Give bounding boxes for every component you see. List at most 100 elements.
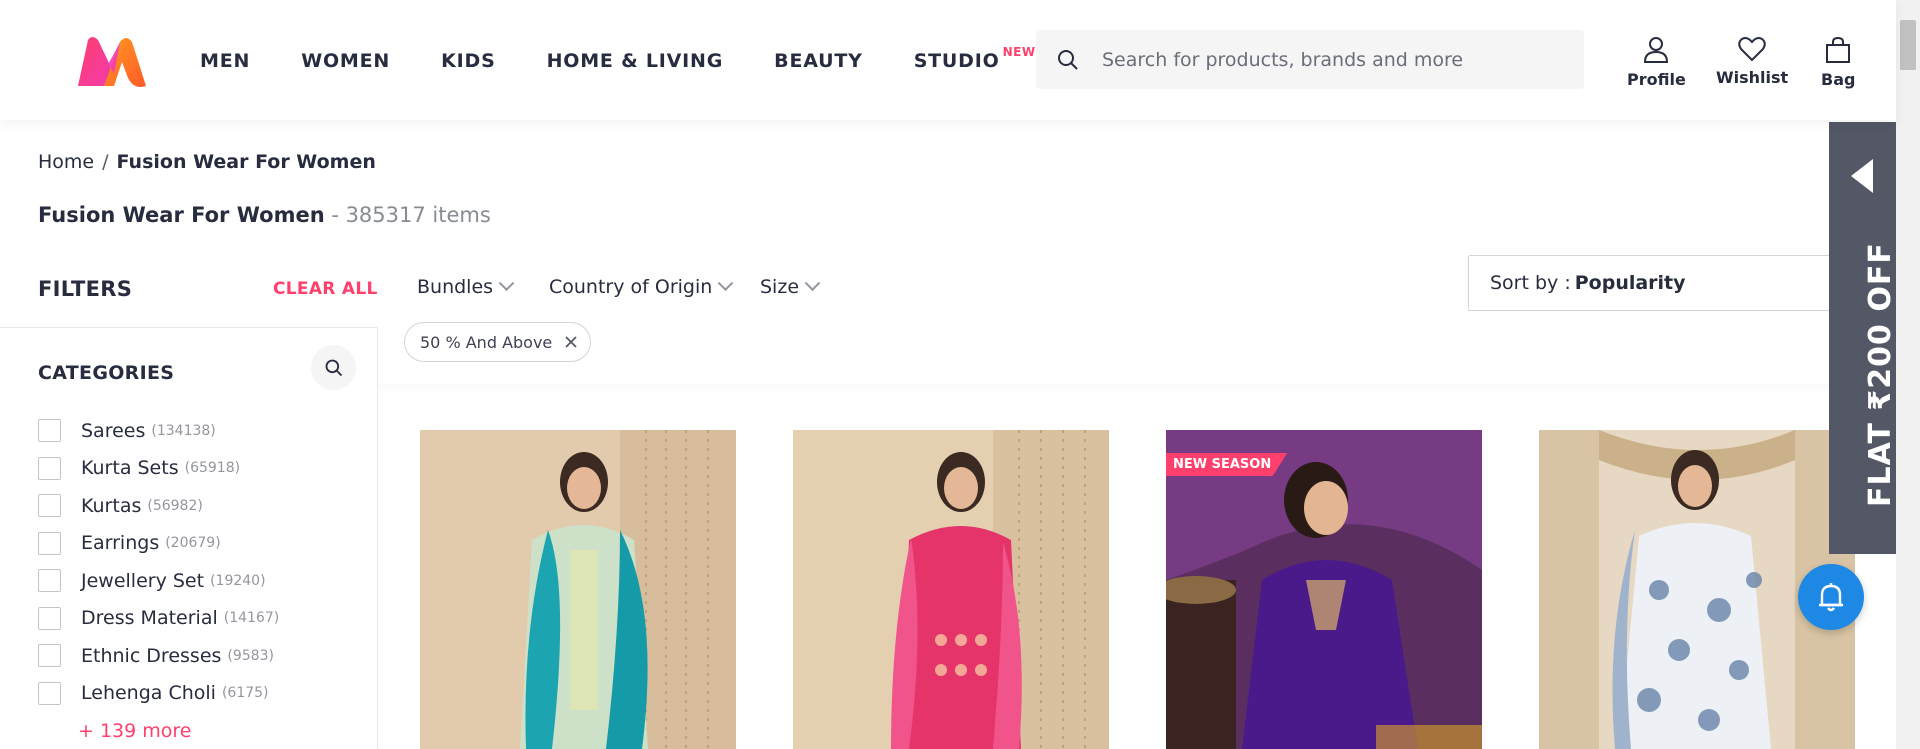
category-label: Earrings bbox=[81, 532, 160, 555]
promo-text: FLAT ₹200 OFF bbox=[1863, 242, 1898, 507]
checkbox[interactable] bbox=[38, 606, 61, 630]
nav-men[interactable]: MEN bbox=[200, 50, 250, 72]
checkbox[interactable] bbox=[38, 531, 61, 555]
category-list: Sarees (134138) Kurta Sets (65918) Kurtas (… bbox=[38, 412, 279, 712]
bag-label: Bag bbox=[1821, 70, 1856, 89]
category-count: (9583) bbox=[227, 647, 274, 664]
profile-button[interactable]: Profile bbox=[1627, 36, 1686, 89]
checkbox[interactable] bbox=[38, 681, 61, 705]
clear-all-button[interactable]: CLEAR ALL bbox=[273, 279, 378, 299]
category-earrings[interactable]: Earrings (20679) bbox=[38, 525, 279, 563]
notification-button[interactable] bbox=[1798, 564, 1864, 630]
size-label: Size bbox=[760, 276, 800, 298]
product-card[interactable] bbox=[420, 430, 736, 749]
category-lehenga-choli[interactable]: Lehenga Choli (6175) bbox=[38, 675, 279, 713]
nav-studio[interactable]: STUDIO NEW bbox=[913, 45, 1035, 72]
nav-kids[interactable]: KIDS bbox=[441, 50, 495, 72]
product-image[interactable] bbox=[1166, 430, 1482, 749]
category-label: Dress Material bbox=[81, 607, 218, 630]
myntra-logo[interactable] bbox=[74, 34, 150, 90]
country-label: Country of Origin bbox=[549, 276, 713, 298]
category-sarees[interactable]: Sarees (134138) bbox=[38, 412, 279, 450]
breadcrumb-home[interactable]: Home bbox=[38, 151, 94, 173]
search-bar[interactable]: Search for products, brands and more bbox=[1036, 30, 1584, 89]
profile-label: Profile bbox=[1627, 70, 1686, 89]
category-dress-material[interactable]: Dress Material (14167) bbox=[38, 600, 279, 638]
category-label: Sarees bbox=[81, 419, 146, 442]
content-divider bbox=[378, 384, 1896, 395]
wishlist-label: Wishlist bbox=[1716, 68, 1789, 87]
collapse-arrow-icon[interactable] bbox=[1851, 159, 1873, 193]
site-header: MEN WOMEN KIDS HOME & LIVING BEAUTY STUD… bbox=[0, 0, 1896, 120]
bell-icon bbox=[1819, 583, 1843, 612]
checkbox[interactable] bbox=[38, 419, 61, 443]
breadcrumb: Home / Fusion Wear For Women bbox=[38, 151, 376, 173]
category-label: Kurtas bbox=[81, 494, 142, 517]
category-label: Kurta Sets bbox=[81, 457, 179, 480]
chip-label: 50 % And Above bbox=[420, 332, 553, 352]
chevron-down-icon bbox=[498, 274, 515, 291]
bag-icon bbox=[1826, 36, 1851, 63]
product-card[interactable]: NEW SEASON bbox=[1166, 430, 1482, 749]
search-icon bbox=[325, 359, 342, 376]
category-label: Ethnic Dresses bbox=[81, 644, 222, 667]
checkbox[interactable] bbox=[38, 569, 61, 593]
sidebar-divider bbox=[0, 327, 378, 328]
country-filter[interactable]: Country of Origin bbox=[549, 274, 734, 298]
chevron-down-icon bbox=[718, 274, 734, 291]
applied-filter-chip[interactable]: 50 % And Above bbox=[404, 322, 592, 362]
more-categories-link[interactable]: + 139 more bbox=[78, 720, 191, 742]
chevron-down-icon bbox=[804, 274, 821, 291]
breadcrumb-current: Fusion Wear For Women bbox=[116, 151, 376, 173]
item-count: - 385317 items bbox=[324, 203, 491, 227]
category-count: (56982) bbox=[147, 497, 203, 514]
search-input[interactable]: Search for products, brands and more bbox=[1102, 49, 1463, 71]
page-scrollbar[interactable] bbox=[1896, 0, 1920, 749]
wishlist-button[interactable]: Wishlist bbox=[1716, 36, 1788, 87]
sort-value: Popularity bbox=[1574, 272, 1686, 294]
bundles-filter[interactable]: Bundles bbox=[417, 274, 515, 298]
page-title-text: Fusion Wear For Women bbox=[38, 203, 325, 227]
nav-women[interactable]: WOMEN bbox=[301, 50, 390, 72]
size-filter[interactable]: Size bbox=[760, 274, 821, 298]
checkbox[interactable] bbox=[38, 456, 61, 480]
nav-home-living[interactable]: HOME & LIVING bbox=[547, 50, 724, 72]
new-badge: NEW bbox=[1002, 45, 1036, 59]
scrollbar-thumb[interactable] bbox=[1900, 20, 1916, 70]
heart-icon bbox=[1738, 37, 1766, 62]
category-count: (65918) bbox=[184, 460, 241, 477]
category-count: (14167) bbox=[223, 610, 280, 627]
category-count: (19240) bbox=[210, 572, 266, 589]
category-kurtas[interactable]: Kurtas (56982) bbox=[38, 487, 279, 525]
categories-heading: CATEGORIES bbox=[38, 362, 175, 384]
category-ethnic-dresses[interactable]: Ethnic Dresses (9583) bbox=[38, 637, 279, 675]
category-count: (134138) bbox=[151, 422, 216, 439]
nav-studio-label: STUDIO bbox=[913, 50, 1000, 72]
profile-icon bbox=[1644, 37, 1669, 63]
nav-beauty[interactable]: BEAUTY bbox=[774, 50, 863, 72]
promo-banner[interactable]: FLAT ₹200 OFF bbox=[1829, 122, 1898, 554]
category-label: Lehenga Choli bbox=[81, 682, 216, 705]
product-card[interactable] bbox=[793, 430, 1109, 749]
checkbox[interactable] bbox=[38, 644, 61, 668]
product-badge: NEW SEASON bbox=[1166, 453, 1288, 476]
category-count: (20679) bbox=[165, 535, 221, 552]
category-kurta-sets[interactable]: Kurta Sets (65918) bbox=[38, 450, 279, 488]
sort-dropdown[interactable]: Sort by : Popularity bbox=[1468, 255, 1834, 311]
main-nav: MEN WOMEN KIDS HOME & LIVING BEAUTY STUD… bbox=[200, 45, 1051, 72]
bag-button[interactable]: Bag bbox=[1821, 36, 1855, 89]
checkbox[interactable] bbox=[38, 494, 61, 518]
category-jewellery-set[interactable]: Jewellery Set (19240) bbox=[38, 562, 279, 600]
bundles-label: Bundles bbox=[417, 276, 494, 298]
category-search-button[interactable] bbox=[311, 345, 356, 390]
filters-heading: FILTERS bbox=[38, 277, 133, 301]
product-image[interactable] bbox=[420, 430, 736, 749]
page-title: Fusion Wear For Women - 385317 items bbox=[38, 203, 491, 227]
breadcrumb-separator: / bbox=[102, 151, 109, 173]
product-image[interactable] bbox=[793, 430, 1109, 749]
sort-label: Sort by : bbox=[1490, 272, 1571, 294]
category-label: Jewellery Set bbox=[81, 569, 205, 592]
search-icon bbox=[1058, 49, 1078, 70]
category-count: (6175) bbox=[221, 685, 269, 702]
close-icon[interactable] bbox=[564, 335, 578, 349]
